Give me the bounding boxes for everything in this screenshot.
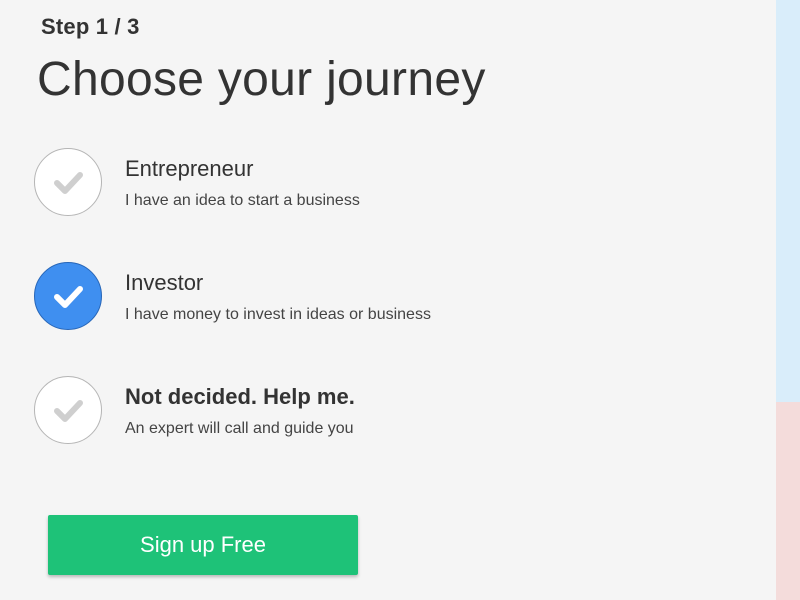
side-panel-top bbox=[776, 0, 800, 402]
option-description: I have money to invest in ideas or busin… bbox=[125, 306, 431, 323]
side-panel-bottom bbox=[776, 402, 800, 600]
option-description: An expert will call and guide you bbox=[125, 420, 354, 437]
option-title: Not decided. Help me. bbox=[125, 384, 355, 409]
option-description: I have an idea to start a business bbox=[125, 192, 360, 209]
page-title: Choose your journey bbox=[37, 53, 486, 106]
option-radio-investor[interactable] bbox=[34, 262, 102, 330]
check-icon bbox=[54, 400, 83, 422]
option-not-decided[interactable]: Not decided. Help me. An expert will cal… bbox=[34, 376, 734, 448]
option-title: Investor bbox=[125, 270, 204, 295]
option-entrepreneur[interactable]: Entrepreneur I have an idea to start a b… bbox=[34, 148, 734, 220]
option-radio-not-decided[interactable] bbox=[34, 376, 102, 444]
check-icon bbox=[54, 286, 83, 308]
sign-up-button[interactable]: Sign up Free bbox=[48, 515, 358, 575]
option-title: Entrepreneur bbox=[125, 156, 254, 181]
check-icon bbox=[54, 172, 83, 194]
journey-panel: Step 1 / 3 Choose your journey Entrepren… bbox=[0, 0, 776, 600]
option-radio-entrepreneur[interactable] bbox=[34, 148, 102, 216]
step-indicator: Step 1 / 3 bbox=[41, 14, 140, 39]
option-investor[interactable]: Investor I have money to invest in ideas… bbox=[34, 262, 734, 334]
